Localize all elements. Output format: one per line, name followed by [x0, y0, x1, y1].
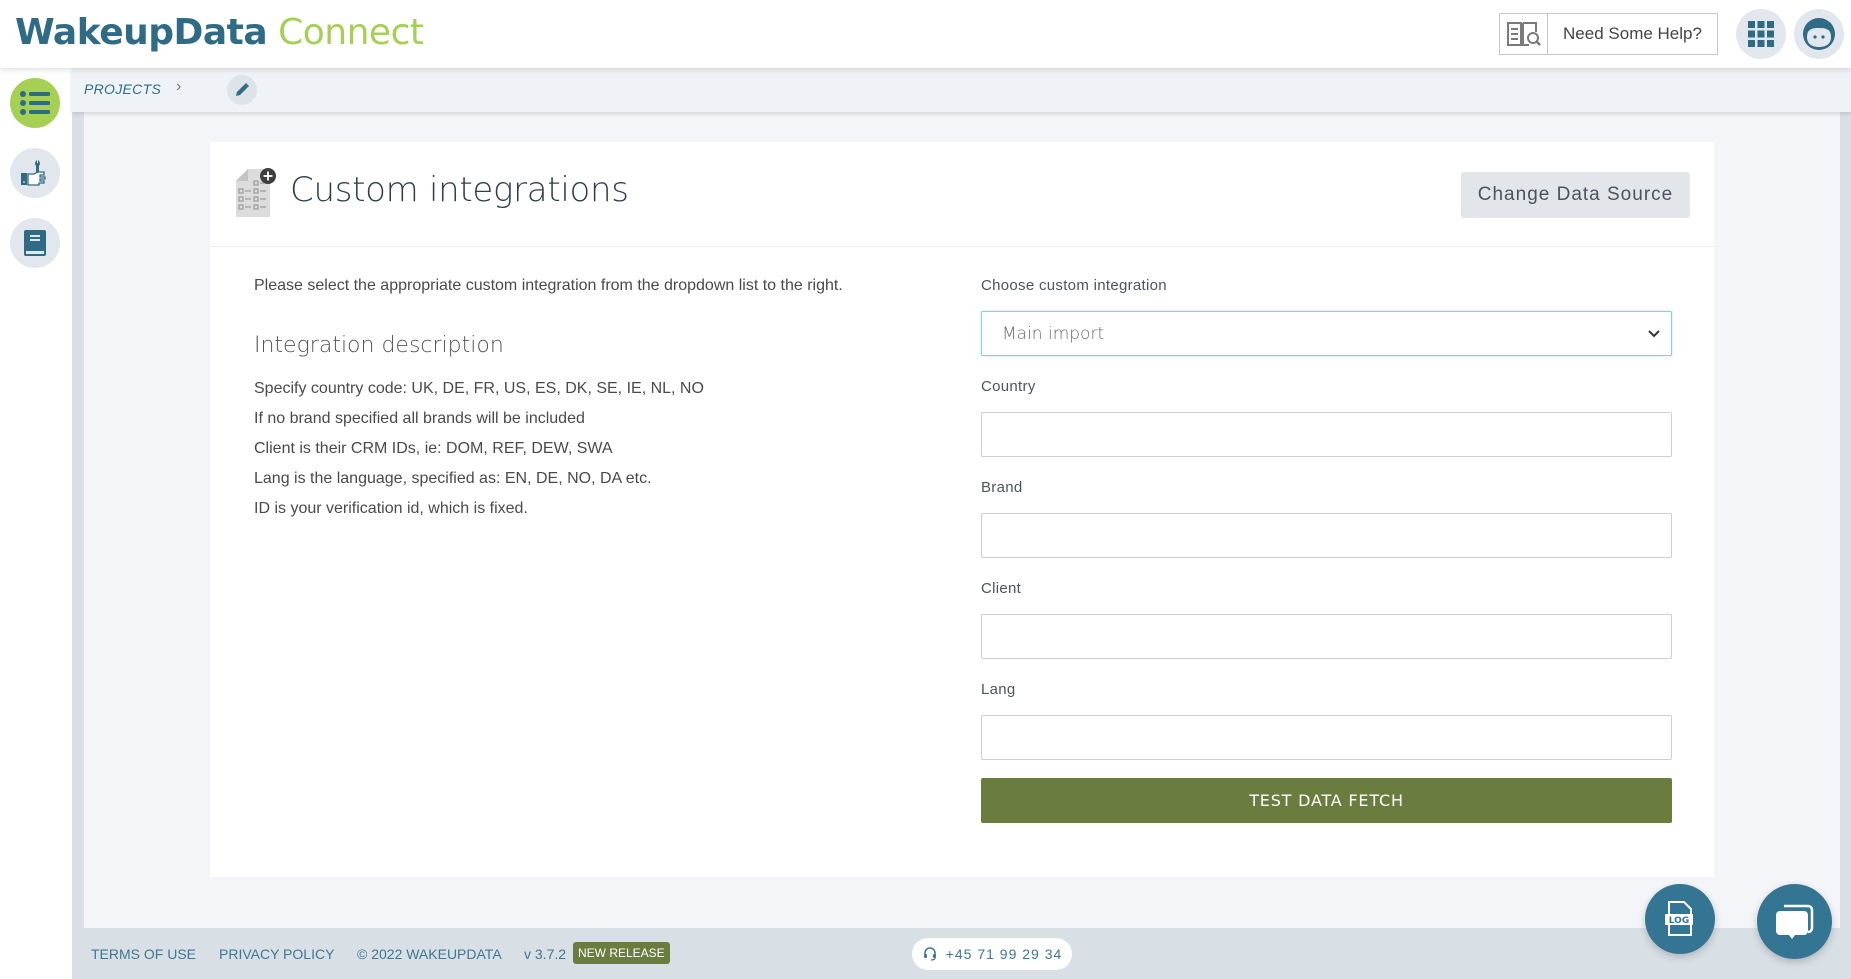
scrollbar-track[interactable]	[1840, 112, 1851, 928]
change-data-source-button[interactable]: Change Data Source	[1461, 172, 1690, 218]
integration-doc-icon	[235, 167, 277, 224]
apps-grid-icon	[1748, 21, 1774, 47]
sidebar-item-projects[interactable]	[10, 78, 60, 128]
copyright-text: © 2022 WAKEUPDATA	[357, 946, 502, 962]
chevron-down-icon	[1647, 324, 1661, 347]
test-data-fetch-button[interactable]: TEST DATA FETCH	[981, 778, 1672, 823]
help-label: Need Some Help?	[1563, 24, 1702, 43]
integration-form: Choose custom integration Main import Co…	[981, 277, 1672, 823]
app-logo[interactable]: WakeupData Connect	[15, 12, 424, 53]
integration-select-group: Choose custom integration Main import	[981, 277, 1672, 356]
support-phone-number: +45 71 99 29 34	[945, 946, 1063, 962]
log-file-icon: LOG	[1665, 901, 1693, 936]
support-phone[interactable]: +45 71 99 29 34	[912, 938, 1072, 970]
description-line: ID is your verification id, which is fix…	[254, 500, 528, 517]
list-icon	[20, 91, 50, 115]
log-button[interactable]: LOG	[1645, 884, 1715, 954]
apps-grid-button[interactable]	[1736, 9, 1786, 59]
country-input[interactable]	[981, 412, 1672, 457]
description-list: Specify country code: UK, DE, FR, US, ES…	[254, 374, 954, 524]
version-text: v 3.7.2	[524, 946, 567, 962]
sidebar-item-docs[interactable]	[10, 218, 60, 268]
lang-label: Lang	[981, 681, 1016, 698]
lang-input[interactable]	[981, 715, 1672, 760]
chat-button[interactable]	[1757, 884, 1832, 959]
integration-select-label: Choose custom integration	[981, 277, 1167, 294]
help-button[interactable]: Need Some Help?	[1499, 13, 1718, 55]
terms-link[interactable]: TERMS OF USE	[91, 946, 196, 962]
integration-card: Custom integrations Change Data Source P…	[210, 142, 1714, 877]
brand-field-group: Brand	[981, 479, 1672, 558]
logo-primary: WakeupData	[15, 12, 268, 53]
log-label: LOG	[1669, 916, 1689, 926]
wrench-hand-icon	[21, 160, 46, 186]
brand-label: Brand	[981, 479, 1023, 496]
country-field-group: Country	[981, 378, 1672, 457]
help-book-icon	[1500, 14, 1548, 54]
user-avatar-icon	[1803, 18, 1835, 50]
country-label: Country	[981, 378, 1036, 395]
logo-secondary: Connect	[278, 12, 424, 53]
client-field-group: Client	[981, 580, 1672, 659]
edit-button[interactable]	[227, 75, 257, 105]
left-sidebar	[0, 68, 72, 979]
footer: TERMS OF USE PRIVACY POLICY © 2022 WAKEU…	[72, 928, 1851, 979]
breadcrumb: PROJECTS ›	[72, 68, 1851, 112]
intro-text: Please select the appropriate custom int…	[254, 277, 843, 294]
card-header: Custom integrations Change Data Source	[210, 142, 1714, 247]
privacy-link[interactable]: PRIVACY POLICY	[219, 946, 334, 962]
new-release-badge[interactable]: NEW RELEASE	[573, 942, 670, 964]
integration-select[interactable]: Main import	[981, 311, 1672, 356]
integration-select-value: Main import	[1002, 324, 1105, 344]
pencil-icon	[236, 83, 249, 96]
user-avatar-button[interactable]	[1794, 9, 1844, 59]
breadcrumb-projects[interactable]: PROJECTS	[84, 81, 161, 97]
client-label: Client	[981, 580, 1022, 597]
client-input[interactable]	[981, 614, 1672, 659]
description-line: Lang is the language, specified as: EN, …	[254, 470, 652, 487]
headset-icon	[923, 947, 936, 961]
lang-field-group: Lang	[981, 681, 1672, 760]
chevron-right-icon: ›	[176, 78, 182, 95]
chat-icon	[1775, 904, 1813, 939]
sidebar-item-tools[interactable]	[10, 148, 60, 198]
page-title: Custom integrations	[290, 170, 629, 210]
top-header: WakeupData Connect Need Some Help?	[0, 0, 1851, 68]
description-title: Integration description	[254, 333, 504, 358]
description-line: If no brand specified all brands will be…	[254, 410, 585, 427]
description-line: Specify country code: UK, DE, FR, US, ES…	[254, 380, 704, 397]
book-icon	[24, 230, 46, 256]
description-line: Client is their CRM IDs, ie: DOM, REF, D…	[254, 440, 613, 457]
brand-input[interactable]	[981, 513, 1672, 558]
description-column: Please select the appropriate custom int…	[254, 277, 954, 524]
